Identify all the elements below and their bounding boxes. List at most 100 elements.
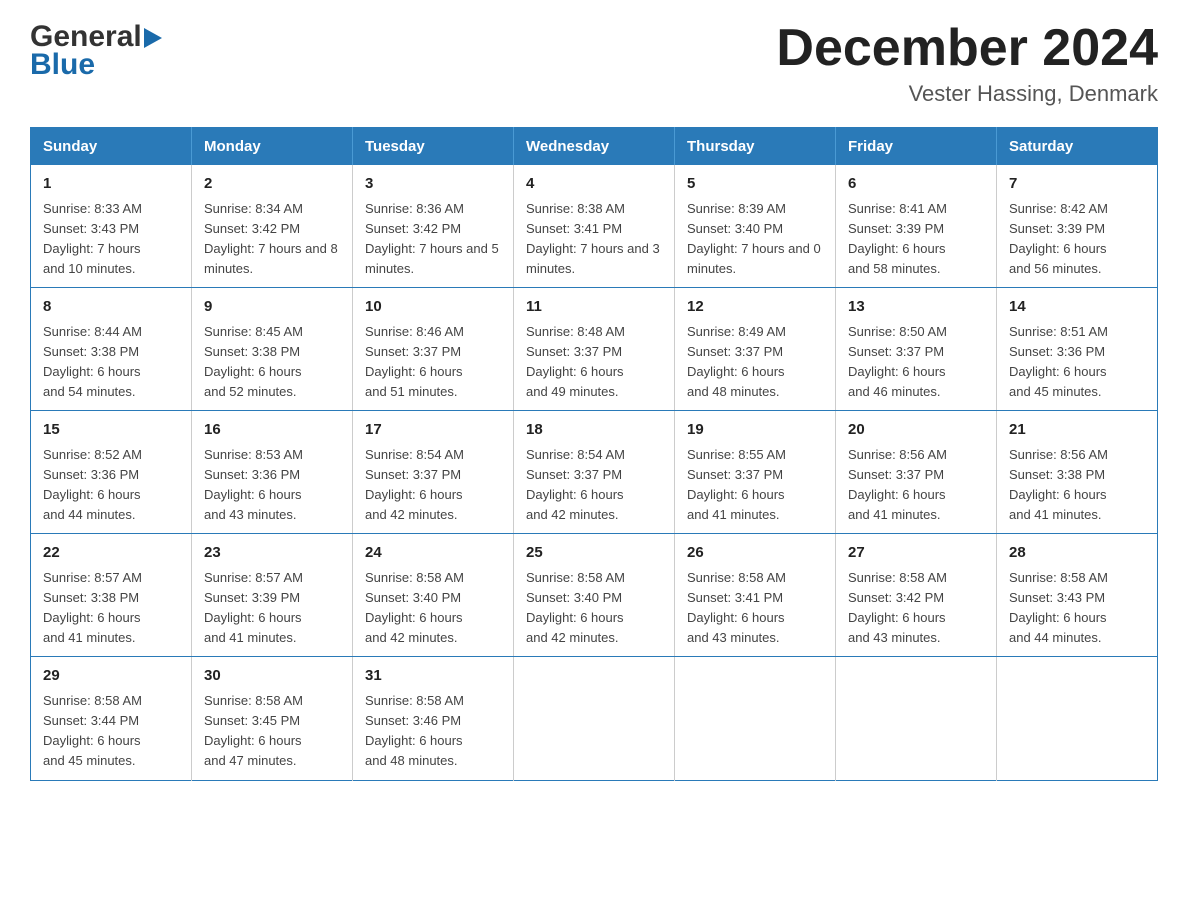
calendar-day-cell: 6 Sunrise: 8:41 AMSunset: 3:39 PMDayligh… xyxy=(836,165,997,288)
calendar-week-row: 1 Sunrise: 8:33 AMSunset: 3:43 PMDayligh… xyxy=(31,165,1158,288)
calendar-day-cell: 29 Sunrise: 8:58 AMSunset: 3:44 PMDaylig… xyxy=(31,657,192,780)
day-info: Sunrise: 8:41 AMSunset: 3:39 PMDaylight:… xyxy=(848,201,947,276)
calendar-day-cell: 10 Sunrise: 8:46 AMSunset: 3:37 PMDaylig… xyxy=(353,288,514,411)
day-info: Sunrise: 8:48 AMSunset: 3:37 PMDaylight:… xyxy=(526,324,625,399)
calendar-day-cell: 23 Sunrise: 8:57 AMSunset: 3:39 PMDaylig… xyxy=(192,534,353,657)
calendar-day-cell: 17 Sunrise: 8:54 AMSunset: 3:37 PMDaylig… xyxy=(353,411,514,534)
calendar-day-cell xyxy=(675,657,836,780)
calendar-day-cell: 26 Sunrise: 8:58 AMSunset: 3:41 PMDaylig… xyxy=(675,534,836,657)
day-info: Sunrise: 8:57 AMSunset: 3:38 PMDaylight:… xyxy=(43,570,142,645)
day-info: Sunrise: 8:56 AMSunset: 3:38 PMDaylight:… xyxy=(1009,447,1108,522)
day-number: 12 xyxy=(687,296,823,319)
calendar-day-cell: 31 Sunrise: 8:58 AMSunset: 3:46 PMDaylig… xyxy=(353,657,514,780)
col-monday: Monday xyxy=(192,128,353,166)
day-info: Sunrise: 8:39 AMSunset: 3:40 PMDaylight:… xyxy=(687,201,821,276)
day-number: 20 xyxy=(848,419,984,442)
day-info: Sunrise: 8:42 AMSunset: 3:39 PMDaylight:… xyxy=(1009,201,1108,276)
day-number: 3 xyxy=(365,173,501,196)
day-info: Sunrise: 8:45 AMSunset: 3:38 PMDaylight:… xyxy=(204,324,303,399)
day-info: Sunrise: 8:58 AMSunset: 3:42 PMDaylight:… xyxy=(848,570,947,645)
day-info: Sunrise: 8:34 AMSunset: 3:42 PMDaylight:… xyxy=(204,201,338,276)
day-info: Sunrise: 8:55 AMSunset: 3:37 PMDaylight:… xyxy=(687,447,786,522)
col-thursday: Thursday xyxy=(675,128,836,166)
day-number: 18 xyxy=(526,419,662,442)
calendar-day-cell: 12 Sunrise: 8:49 AMSunset: 3:37 PMDaylig… xyxy=(675,288,836,411)
calendar-day-cell: 1 Sunrise: 8:33 AMSunset: 3:43 PMDayligh… xyxy=(31,165,192,288)
logo-arrow-icon xyxy=(144,28,162,48)
calendar-day-cell: 16 Sunrise: 8:53 AMSunset: 3:36 PMDaylig… xyxy=(192,411,353,534)
day-number: 7 xyxy=(1009,173,1145,196)
day-info: Sunrise: 8:58 AMSunset: 3:43 PMDaylight:… xyxy=(1009,570,1108,645)
day-number: 26 xyxy=(687,542,823,565)
day-info: Sunrise: 8:50 AMSunset: 3:37 PMDaylight:… xyxy=(848,324,947,399)
day-number: 15 xyxy=(43,419,179,442)
calendar-day-cell xyxy=(997,657,1158,780)
day-info: Sunrise: 8:46 AMSunset: 3:37 PMDaylight:… xyxy=(365,324,464,399)
day-number: 25 xyxy=(526,542,662,565)
day-number: 21 xyxy=(1009,419,1145,442)
day-number: 14 xyxy=(1009,296,1145,319)
calendar-day-cell: 18 Sunrise: 8:54 AMSunset: 3:37 PMDaylig… xyxy=(514,411,675,534)
day-info: Sunrise: 8:51 AMSunset: 3:36 PMDaylight:… xyxy=(1009,324,1108,399)
calendar-day-cell: 21 Sunrise: 8:56 AMSunset: 3:38 PMDaylig… xyxy=(997,411,1158,534)
day-info: Sunrise: 8:53 AMSunset: 3:36 PMDaylight:… xyxy=(204,447,303,522)
day-number: 8 xyxy=(43,296,179,319)
calendar-day-cell: 3 Sunrise: 8:36 AMSunset: 3:42 PMDayligh… xyxy=(353,165,514,288)
calendar-week-row: 29 Sunrise: 8:58 AMSunset: 3:44 PMDaylig… xyxy=(31,657,1158,780)
calendar-day-cell: 13 Sunrise: 8:50 AMSunset: 3:37 PMDaylig… xyxy=(836,288,997,411)
col-tuesday: Tuesday xyxy=(353,128,514,166)
day-info: Sunrise: 8:44 AMSunset: 3:38 PMDaylight:… xyxy=(43,324,142,399)
col-sunday: Sunday xyxy=(31,128,192,166)
day-number: 6 xyxy=(848,173,984,196)
calendar-day-cell: 5 Sunrise: 8:39 AMSunset: 3:40 PMDayligh… xyxy=(675,165,836,288)
day-number: 16 xyxy=(204,419,340,442)
day-number: 13 xyxy=(848,296,984,319)
day-number: 28 xyxy=(1009,542,1145,565)
day-info: Sunrise: 8:56 AMSunset: 3:37 PMDaylight:… xyxy=(848,447,947,522)
logo: General Blue xyxy=(30,20,162,82)
calendar-day-cell: 30 Sunrise: 8:58 AMSunset: 3:45 PMDaylig… xyxy=(192,657,353,780)
calendar-day-cell: 19 Sunrise: 8:55 AMSunset: 3:37 PMDaylig… xyxy=(675,411,836,534)
col-saturday: Saturday xyxy=(997,128,1158,166)
page-header: General Blue December 2024 Vester Hassin… xyxy=(30,20,1158,107)
day-info: Sunrise: 8:54 AMSunset: 3:37 PMDaylight:… xyxy=(526,447,625,522)
calendar-day-cell: 28 Sunrise: 8:58 AMSunset: 3:43 PMDaylig… xyxy=(997,534,1158,657)
calendar-day-cell: 7 Sunrise: 8:42 AMSunset: 3:39 PMDayligh… xyxy=(997,165,1158,288)
day-number: 4 xyxy=(526,173,662,196)
day-number: 22 xyxy=(43,542,179,565)
calendar-day-cell: 15 Sunrise: 8:52 AMSunset: 3:36 PMDaylig… xyxy=(31,411,192,534)
day-info: Sunrise: 8:52 AMSunset: 3:36 PMDaylight:… xyxy=(43,447,142,522)
calendar-day-cell: 4 Sunrise: 8:38 AMSunset: 3:41 PMDayligh… xyxy=(514,165,675,288)
calendar-day-cell: 11 Sunrise: 8:48 AMSunset: 3:37 PMDaylig… xyxy=(514,288,675,411)
day-info: Sunrise: 8:58 AMSunset: 3:40 PMDaylight:… xyxy=(526,570,625,645)
logo-blue: Blue xyxy=(30,48,162,82)
day-number: 31 xyxy=(365,665,501,688)
calendar-day-cell: 27 Sunrise: 8:58 AMSunset: 3:42 PMDaylig… xyxy=(836,534,997,657)
calendar-day-cell: 2 Sunrise: 8:34 AMSunset: 3:42 PMDayligh… xyxy=(192,165,353,288)
calendar-header-row: Sunday Monday Tuesday Wednesday Thursday… xyxy=(31,128,1158,166)
day-number: 5 xyxy=(687,173,823,196)
calendar-week-row: 15 Sunrise: 8:52 AMSunset: 3:36 PMDaylig… xyxy=(31,411,1158,534)
day-number: 10 xyxy=(365,296,501,319)
calendar-day-cell: 22 Sunrise: 8:57 AMSunset: 3:38 PMDaylig… xyxy=(31,534,192,657)
day-number: 29 xyxy=(43,665,179,688)
day-info: Sunrise: 8:36 AMSunset: 3:42 PMDaylight:… xyxy=(365,201,499,276)
calendar-day-cell xyxy=(836,657,997,780)
calendar-day-cell: 8 Sunrise: 8:44 AMSunset: 3:38 PMDayligh… xyxy=(31,288,192,411)
day-info: Sunrise: 8:33 AMSunset: 3:43 PMDaylight:… xyxy=(43,201,142,276)
calendar-week-row: 22 Sunrise: 8:57 AMSunset: 3:38 PMDaylig… xyxy=(31,534,1158,657)
calendar-day-cell: 24 Sunrise: 8:58 AMSunset: 3:40 PMDaylig… xyxy=(353,534,514,657)
calendar-day-cell: 25 Sunrise: 8:58 AMSunset: 3:40 PMDaylig… xyxy=(514,534,675,657)
day-number: 2 xyxy=(204,173,340,196)
calendar-week-row: 8 Sunrise: 8:44 AMSunset: 3:38 PMDayligh… xyxy=(31,288,1158,411)
col-wednesday: Wednesday xyxy=(514,128,675,166)
day-info: Sunrise: 8:38 AMSunset: 3:41 PMDaylight:… xyxy=(526,201,660,276)
day-info: Sunrise: 8:54 AMSunset: 3:37 PMDaylight:… xyxy=(365,447,464,522)
day-number: 24 xyxy=(365,542,501,565)
col-friday: Friday xyxy=(836,128,997,166)
day-info: Sunrise: 8:58 AMSunset: 3:41 PMDaylight:… xyxy=(687,570,786,645)
day-number: 9 xyxy=(204,296,340,319)
day-info: Sunrise: 8:58 AMSunset: 3:45 PMDaylight:… xyxy=(204,693,303,768)
day-number: 23 xyxy=(204,542,340,565)
day-number: 19 xyxy=(687,419,823,442)
